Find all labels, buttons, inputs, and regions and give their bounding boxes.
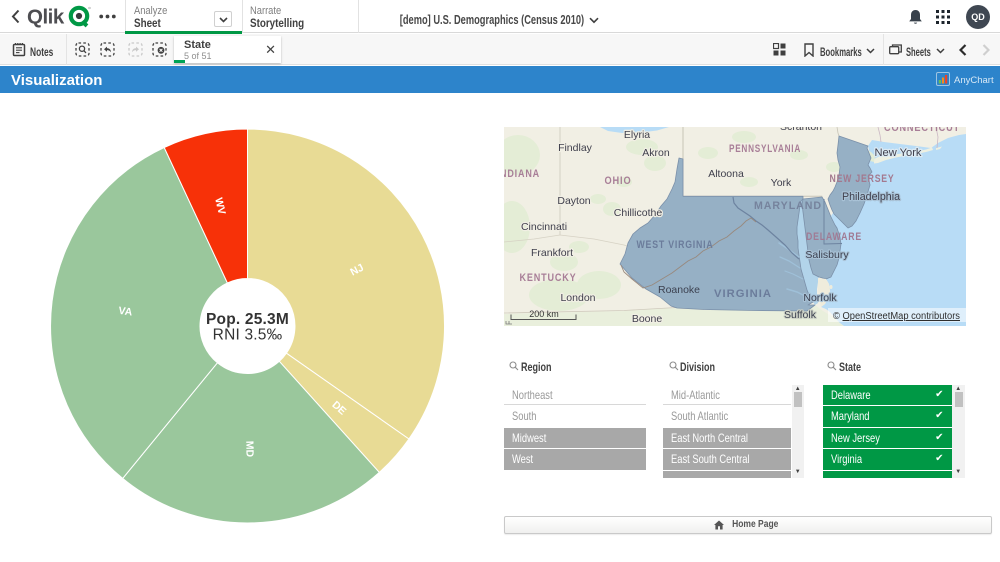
svg-text:Elyria: Elyria bbox=[624, 129, 650, 141]
svg-text:Chillicothe: Chillicothe bbox=[614, 207, 663, 219]
svg-text:NEW JERSEY: NEW JERSEY bbox=[830, 173, 895, 185]
svg-text:RNI 3.5‰: RNI 3.5‰ bbox=[213, 327, 283, 344]
svg-text:© OpenStreetMap contributors: © OpenStreetMap contributors bbox=[833, 311, 960, 322]
svg-text:New York: New York bbox=[875, 147, 922, 159]
svg-text:London: London bbox=[560, 292, 595, 304]
svg-text:OHIO: OHIO bbox=[605, 175, 632, 187]
svg-text:York: York bbox=[771, 177, 792, 189]
svg-text:Roanoke: Roanoke bbox=[658, 284, 700, 296]
svg-text:Altoona: Altoona bbox=[708, 168, 744, 180]
svg-text:MARYLAND: MARYLAND bbox=[754, 200, 822, 212]
svg-text:Frankfort: Frankfort bbox=[531, 247, 573, 259]
svg-text:VA: VA bbox=[118, 305, 134, 319]
svg-text:Pop. 25.3M: Pop. 25.3M bbox=[206, 311, 289, 328]
svg-text:MD: MD bbox=[243, 441, 255, 458]
svg-text:VIRGINIA: VIRGINIA bbox=[714, 288, 772, 300]
svg-text:Scranton: Scranton bbox=[780, 127, 822, 133]
svg-text:CONNECTICUT: CONNECTICUT bbox=[884, 127, 960, 134]
svg-text:KENTUCKY: KENTUCKY bbox=[520, 272, 577, 284]
svg-text:WEST VIRGINIA: WEST VIRGINIA bbox=[637, 239, 714, 251]
svg-text:200 km: 200 km bbox=[529, 309, 559, 319]
svg-text:Philadelphia: Philadelphia bbox=[842, 191, 901, 203]
svg-text:Norfolk: Norfolk bbox=[803, 292, 837, 304]
svg-text:Akron: Akron bbox=[642, 147, 670, 159]
svg-text:PENNSYLVANIA: PENNSYLVANIA bbox=[729, 143, 801, 155]
svg-text:Findlay: Findlay bbox=[558, 142, 593, 154]
svg-text:Salisbury: Salisbury bbox=[805, 249, 849, 261]
svg-text:Dayton: Dayton bbox=[557, 195, 590, 207]
svg-text:DELAWARE: DELAWARE bbox=[806, 231, 862, 243]
svg-text:Boone: Boone bbox=[632, 313, 663, 325]
svg-text:NDIANA: NDIANA bbox=[504, 168, 540, 180]
svg-text:Suffolk: Suffolk bbox=[784, 309, 817, 321]
svg-text:Cincinnati: Cincinnati bbox=[521, 221, 567, 233]
